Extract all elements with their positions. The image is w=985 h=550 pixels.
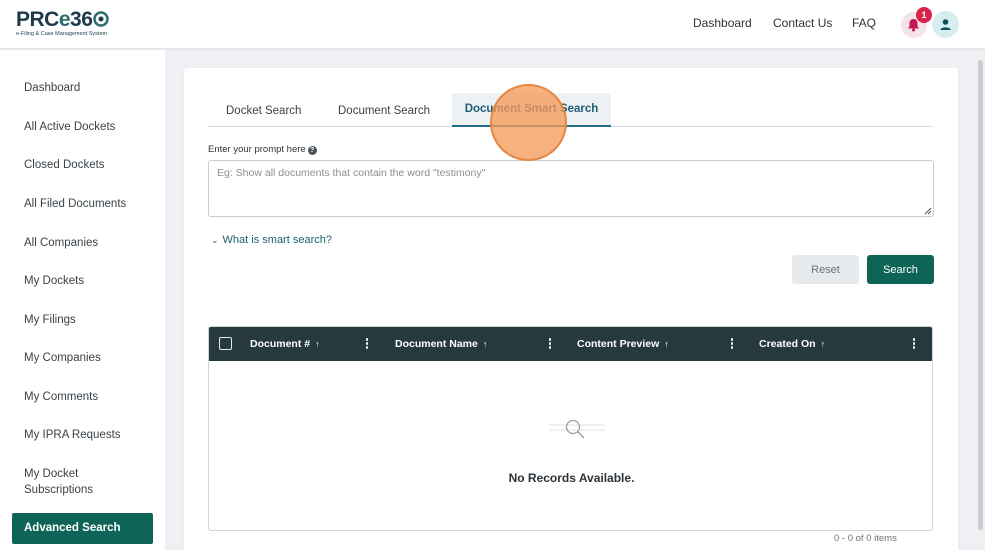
nav-dashboard[interactable]: Dashboard xyxy=(693,16,752,30)
search-panel: Docket Search Document Search Document S… xyxy=(184,68,958,550)
click-indicator xyxy=(490,84,567,161)
search-button[interactable]: Search xyxy=(867,255,934,284)
resize-grip-icon[interactable] xyxy=(924,207,932,215)
sort-arrow-icon: ↑ xyxy=(482,339,488,349)
column-menu-icon[interactable] xyxy=(365,338,369,350)
sort-arrow-icon: ↑ xyxy=(664,339,669,349)
user-icon xyxy=(940,19,951,30)
what-is-smart-search-toggle[interactable]: ⌄ What is smart search? xyxy=(211,234,332,246)
prompt-input[interactable] xyxy=(208,160,934,217)
column-menu-icon[interactable] xyxy=(912,338,916,350)
sidebar-item-my-ipra-requests[interactable]: My IPRA Requests xyxy=(24,427,154,443)
sidebar-item-advanced-search[interactable]: Advanced Search xyxy=(12,513,153,544)
empty-state-message: No Records Available. xyxy=(508,471,635,485)
sort-arrow-icon: ↑ xyxy=(315,339,320,349)
column-header-document-number[interactable]: Document # ↑ xyxy=(250,338,320,350)
brand-wordmark: PRCe36 xyxy=(16,8,110,32)
sidebar-item-my-comments[interactable]: My Comments xyxy=(24,389,154,405)
results-table: Document # ↑ Document Name ↑ Content Previ… xyxy=(208,326,933,531)
chevron-down-icon: ⌄ xyxy=(211,235,219,245)
column-header-document-name[interactable]: Document Name ↑ xyxy=(395,338,487,350)
sidebar-item-my-docket-subscriptions[interactable]: My Docket Subscriptions xyxy=(24,466,119,498)
sidebar-item-dashboard[interactable]: Dashboard xyxy=(24,80,154,96)
nav-faq[interactable]: FAQ xyxy=(852,16,876,30)
sidebar-item-all-filed-documents[interactable]: All Filed Documents xyxy=(24,196,154,212)
sidebar-item-all-active-dockets[interactable]: All Active Dockets xyxy=(24,119,154,135)
top-header: PRCe36 e-Filing & Case Management System… xyxy=(0,0,985,49)
nav-contact-us[interactable]: Contact Us xyxy=(773,16,832,30)
sidebar-item-my-companies[interactable]: My Companies xyxy=(24,350,154,366)
prompt-label: Enter your prompt here? xyxy=(208,144,317,155)
logo-ring-icon xyxy=(93,11,110,27)
brand-logo[interactable]: PRCe36 e-Filing & Case Management System xyxy=(14,8,124,40)
help-icon[interactable]: ? xyxy=(307,146,317,155)
page-scrollbar[interactable] xyxy=(978,60,983,530)
reset-button[interactable]: Reset xyxy=(792,255,859,284)
pagination-info: 0 - 0 of 0 items xyxy=(834,533,897,544)
select-all-checkbox[interactable] xyxy=(219,337,232,350)
table-header: Document # ↑ Document Name ↑ Content Previ… xyxy=(209,327,932,361)
sidebar-item-my-filings[interactable]: My Filings xyxy=(24,312,154,328)
column-header-content-preview[interactable]: Content Preview ↑ xyxy=(577,338,669,350)
empty-search-icon xyxy=(549,419,605,439)
tab-document-search[interactable]: Document Search xyxy=(338,105,430,117)
notification-count-badge: 1 xyxy=(916,7,932,23)
sort-arrow-icon: ↑ xyxy=(820,339,826,349)
column-menu-icon[interactable] xyxy=(730,338,734,350)
sidebar-item-closed-dockets[interactable]: Closed Dockets xyxy=(24,157,154,173)
brand-tagline: e-Filing & Case Management System xyxy=(16,31,108,37)
column-menu-icon[interactable] xyxy=(548,338,552,350)
sidebar-item-my-dockets[interactable]: My Dockets xyxy=(24,273,154,289)
user-avatar-button[interactable] xyxy=(932,11,959,38)
sidebar-item-all-companies[interactable]: All Companies xyxy=(24,235,154,251)
tab-docket-search[interactable]: Docket Search xyxy=(226,105,301,117)
column-header-created-on[interactable]: Created On ↑ xyxy=(759,338,825,350)
